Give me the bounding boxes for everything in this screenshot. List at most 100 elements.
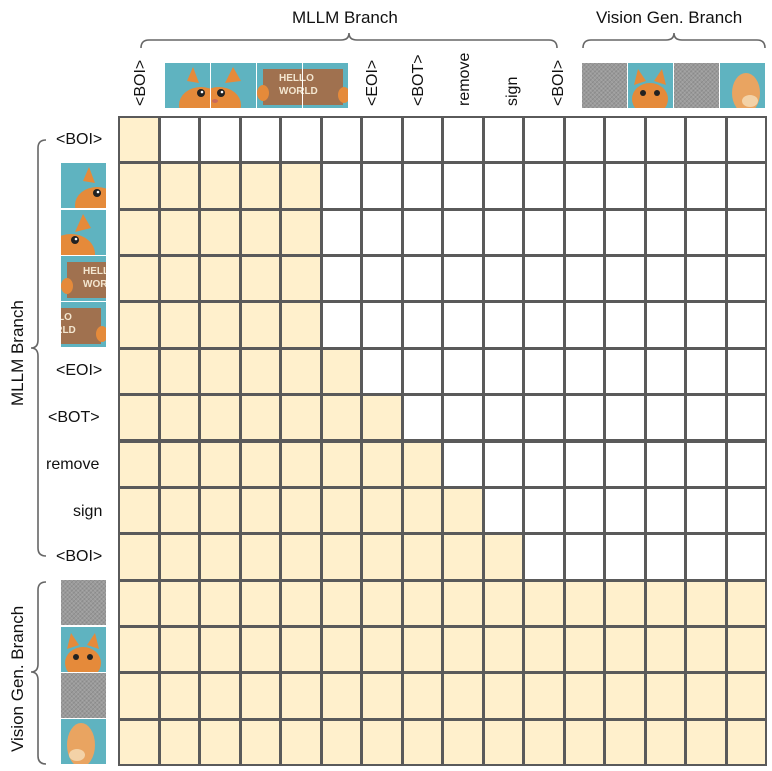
- mask-cell-r8-c2: [199, 486, 241, 535]
- mask-cell-r8-c7: [401, 486, 443, 535]
- mask-cell-r2-c3: [239, 208, 281, 257]
- mask-cell-r11-c10: [523, 625, 565, 674]
- mask-cell-r11-c9: [482, 625, 524, 674]
- mask-cell-r4-c2: [199, 301, 241, 349]
- mask-cell-r1-c9: [482, 162, 524, 210]
- mask-cell-r1-c7: [401, 162, 443, 210]
- sign-line1-c: HELLO: [83, 266, 106, 277]
- mask-cell-r7-c15: [725, 440, 767, 488]
- mask-cell-r4-c0: [118, 301, 160, 349]
- sign-line2-d: WORLD: [61, 325, 76, 336]
- mask-cell-r9-c9: [482, 533, 524, 581]
- mask-cell-r6-c4: [280, 394, 322, 442]
- mask-cell-r3-c12: [604, 255, 646, 303]
- mask-cell-r11-c1: [158, 625, 200, 674]
- mask-cell-r11-c12: [604, 625, 646, 674]
- mask-cell-r6-c13: [644, 394, 686, 442]
- mask-cell-r12-c1: [158, 672, 200, 720]
- mask-cell-r2-c9: [482, 208, 524, 257]
- col-vision-image-patch-1: [628, 63, 673, 108]
- mask-cell-r9-c8: [442, 533, 484, 581]
- mask-cell-r8-c8: [442, 486, 484, 535]
- mask-cell-r3-c5: [320, 255, 362, 303]
- sign-line1-a: HELLO: [279, 73, 302, 84]
- mask-cell-r1-c0: [118, 162, 160, 210]
- mask-cell-r5-c7: [401, 347, 443, 396]
- col-label-boi-2: <BOI>: [550, 59, 567, 106]
- col-image-patch-1: [165, 63, 210, 108]
- mask-cell-r1-c12: [604, 162, 646, 210]
- mask-cell-r12-c13: [644, 672, 686, 720]
- mask-cell-r4-c14: [685, 301, 727, 349]
- mask-cell-r9-c15: [725, 533, 767, 581]
- attention-mask-figure: MLLM Branch Vision Gen. Branch MLLM Bran…: [0, 0, 772, 771]
- mask-cell-r8-c5: [320, 486, 362, 535]
- mask-cell-r3-c10: [523, 255, 565, 303]
- mask-cell-r4-c9: [482, 301, 524, 349]
- mask-cell-r0-c3: [239, 116, 281, 164]
- vision-branch-top-label: Vision Gen. Branch: [596, 8, 743, 27]
- mask-cell-r0-c1: [158, 116, 200, 164]
- mask-cell-r9-c0: [118, 533, 160, 581]
- mask-cell-r5-c13: [644, 347, 686, 396]
- mask-cell-r4-c3: [239, 301, 281, 349]
- mask-cell-r0-c0: [118, 116, 160, 164]
- mask-cell-r2-c7: [401, 208, 443, 257]
- mask-cell-r2-c8: [442, 208, 484, 257]
- mask-cell-r1-c14: [685, 162, 727, 210]
- mask-cell-r3-c7: [401, 255, 443, 303]
- mask-cell-r1-c11: [563, 162, 605, 210]
- mask-cell-r5-c12: [604, 347, 646, 396]
- mask-cell-r10-c10: [523, 579, 565, 627]
- row-vision-image-patch-1: [61, 627, 106, 672]
- mask-cell-r6-c2: [199, 394, 241, 442]
- row-image-patch-2: [61, 210, 106, 255]
- mask-cell-r13-c14: [685, 718, 727, 766]
- mask-cell-r13-c11: [563, 718, 605, 766]
- mask-cell-r5-c14: [685, 347, 727, 396]
- mask-cell-r9-c6: [361, 533, 403, 581]
- col-image-patch-2: [211, 63, 256, 108]
- row-label-sign: sign: [73, 503, 103, 520]
- mask-cell-r3-c14: [685, 255, 727, 303]
- mask-cell-r8-c11: [563, 486, 605, 535]
- mask-cell-r10-c14: [685, 579, 727, 627]
- cat-face-icon: [211, 63, 256, 108]
- col-label-bot: <BOT>: [410, 54, 427, 106]
- mask-cell-r12-c11: [563, 672, 605, 720]
- mask-cell-r9-c7: [401, 533, 443, 581]
- mask-cell-r2-c5: [320, 208, 362, 257]
- mask-cell-r10-c5: [320, 579, 362, 627]
- mask-cell-r5-c3: [239, 347, 281, 396]
- mask-cell-r0-c4: [280, 116, 322, 164]
- mask-cell-r7-c4: [280, 440, 322, 488]
- mask-cell-r10-c9: [482, 579, 524, 627]
- mask-cell-r6-c3: [239, 394, 281, 442]
- mask-cell-r8-c1: [158, 486, 200, 535]
- mask-cell-r7-c3: [239, 440, 281, 488]
- mask-cell-r11-c15: [725, 625, 767, 674]
- mask-cell-r3-c8: [442, 255, 484, 303]
- mask-cell-r6-c9: [482, 394, 524, 442]
- mask-cell-r4-c10: [523, 301, 565, 349]
- mask-cell-r7-c2: [199, 440, 241, 488]
- mask-cell-r12-c15: [725, 672, 767, 720]
- mask-cell-r0-c9: [482, 116, 524, 164]
- mask-cell-r12-c8: [442, 672, 484, 720]
- attention-mask-grid: [118, 116, 767, 766]
- mask-cell-r9-c4: [280, 533, 322, 581]
- mask-cell-r10-c11: [563, 579, 605, 627]
- row-label-bot: <BOT>: [48, 409, 100, 426]
- mask-cell-r6-c7: [401, 394, 443, 442]
- mask-cell-r11-c13: [644, 625, 686, 674]
- col-vision-image-patch-2: [720, 63, 765, 108]
- row-image-patch-1: [61, 163, 106, 208]
- row-label-boi-2: <BOI>: [56, 548, 103, 565]
- col-image-patch-4: HELLO WORLD: [303, 63, 348, 108]
- mask-cell-r3-c4: [280, 255, 322, 303]
- mask-cell-r0-c7: [401, 116, 443, 164]
- cat-face-icon: [165, 63, 210, 108]
- mask-cell-r11-c0: [118, 625, 160, 674]
- mask-cell-r11-c7: [401, 625, 443, 674]
- mask-cell-r10-c15: [725, 579, 767, 627]
